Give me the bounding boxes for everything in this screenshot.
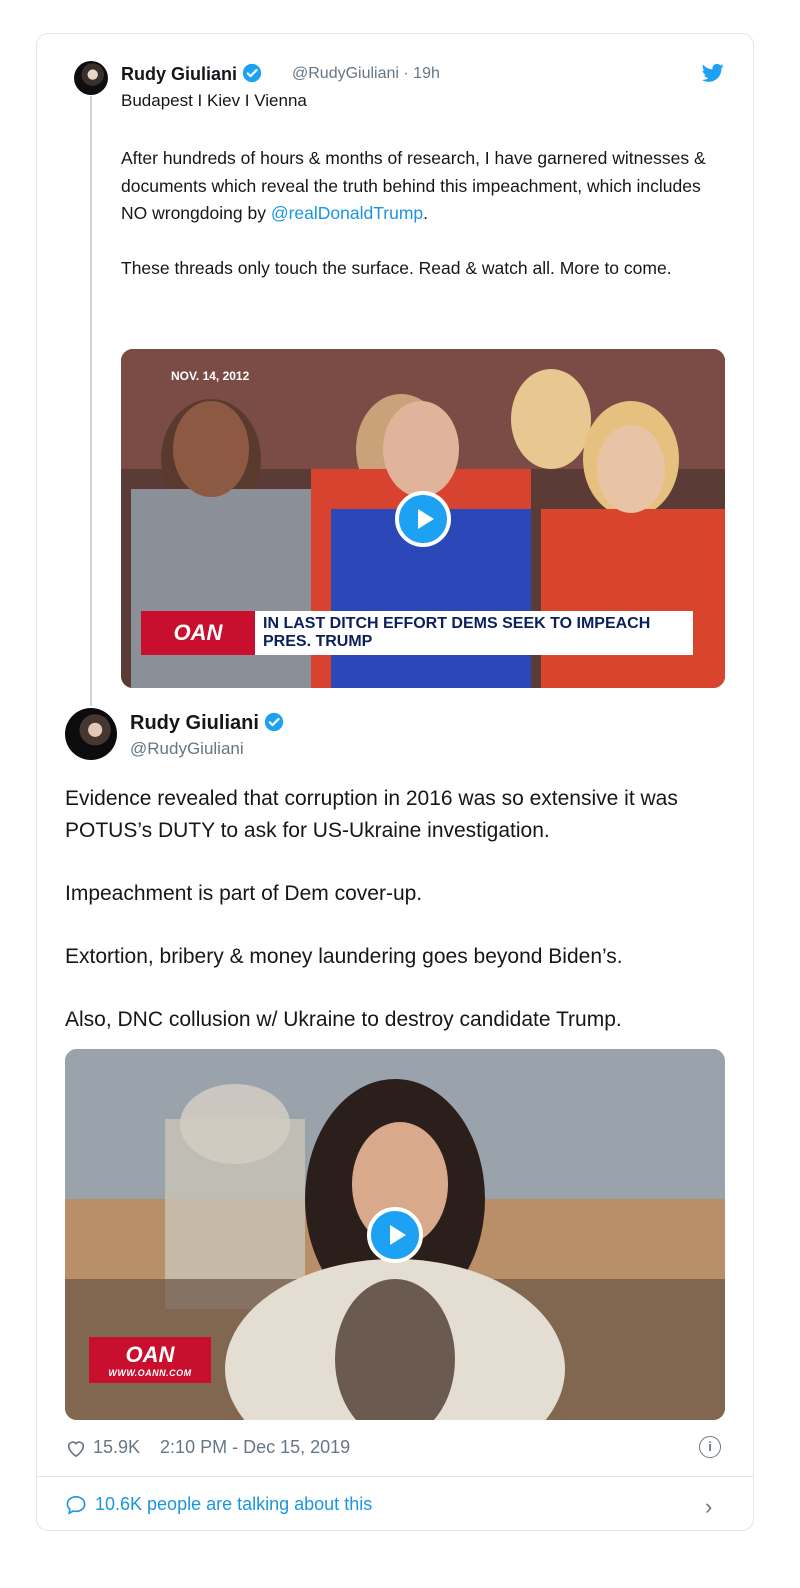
chyron-headline: IN LAST DITCH EFFORT DEMS SEEK TO IMPEAC… (255, 611, 693, 655)
info-icon[interactable]: i (699, 1436, 721, 1458)
verified-badge-icon (242, 63, 262, 83)
talking-count[interactable]: 10.6K people are talking about this (95, 1494, 372, 1515)
tweet-paragraph: These threads only touch the surface. Re… (121, 257, 672, 278)
location-line: Budapest I Kiev I Vienna (121, 91, 307, 110)
divider (37, 1476, 753, 1477)
oan-logo: OAN WWW.OANN.COM (89, 1337, 211, 1383)
tweet-text: After hundreds of hours & months of rese… (121, 145, 721, 309)
play-icon[interactable] (367, 1207, 423, 1263)
tweet-paragraph: Extortion, bribery & money laundering go… (65, 945, 623, 968)
author-name-text[interactable]: Rudy Giuliani (121, 64, 237, 84)
author-name[interactable]: Rudy Giuliani (121, 63, 262, 85)
tweet-paragraph: Also, DNC collusion w/ Ukraine to destro… (65, 1008, 622, 1031)
thread-line (90, 96, 92, 706)
author-name[interactable]: Rudy Giuliani (130, 712, 284, 735)
tweet-paragraph: After hundreds of hours & months of rese… (121, 145, 721, 228)
tweet-paragraph: Impeachment is part of Dem cover-up. (65, 882, 423, 905)
tweet-text: Evidence revealed that corruption in 201… (65, 783, 730, 1067)
oan-url: WWW.OANN.COM (108, 1368, 192, 1378)
news-chyron: OAN IN LAST DITCH EFFORT DEMS SEEK TO IM… (141, 611, 693, 655)
author-handle[interactable]: @RudyGiuliani · 19h (292, 65, 440, 83)
tweet-timestamp[interactable]: 2:10 PM - Dec 15, 2019 (160, 1437, 350, 1458)
twitter-bird-icon[interactable] (702, 63, 724, 83)
video-date-stamp: NOV. 14, 2012 (171, 369, 250, 383)
avatar[interactable] (74, 61, 108, 95)
play-icon[interactable] (395, 491, 451, 547)
verified-badge-icon (265, 712, 284, 732)
tweet-text-span: . (423, 203, 429, 223)
mention-link[interactable]: @realDonaldTrump (271, 203, 423, 223)
video-thumbnail[interactable]: NOV. 14, 2012 OAN IN LAST DITCH EFFORT D… (121, 349, 725, 688)
author-handle[interactable]: @RudyGiuliani (130, 739, 244, 759)
author-name-text[interactable]: Rudy Giuliani (130, 712, 259, 734)
oan-logo: OAN (141, 611, 255, 655)
avatar[interactable] (65, 708, 117, 760)
tweet-meta: 15.9K 2:10 PM - Dec 15, 2019 (65, 1437, 350, 1458)
conversation-link[interactable]: 10.6K people are talking about this (65, 1494, 372, 1515)
chevron-right-icon[interactable]: › (705, 1494, 712, 1520)
speech-bubble-icon (66, 1495, 86, 1515)
oan-logo-text: OAN (125, 1342, 175, 1367)
heart-icon[interactable] (65, 1438, 87, 1458)
like-count[interactable]: 15.9K (93, 1437, 140, 1458)
tweet-paragraph: Evidence revealed that corruption in 201… (65, 787, 678, 842)
video-thumbnail[interactable]: OAN WWW.OANN.COM (65, 1049, 725, 1420)
